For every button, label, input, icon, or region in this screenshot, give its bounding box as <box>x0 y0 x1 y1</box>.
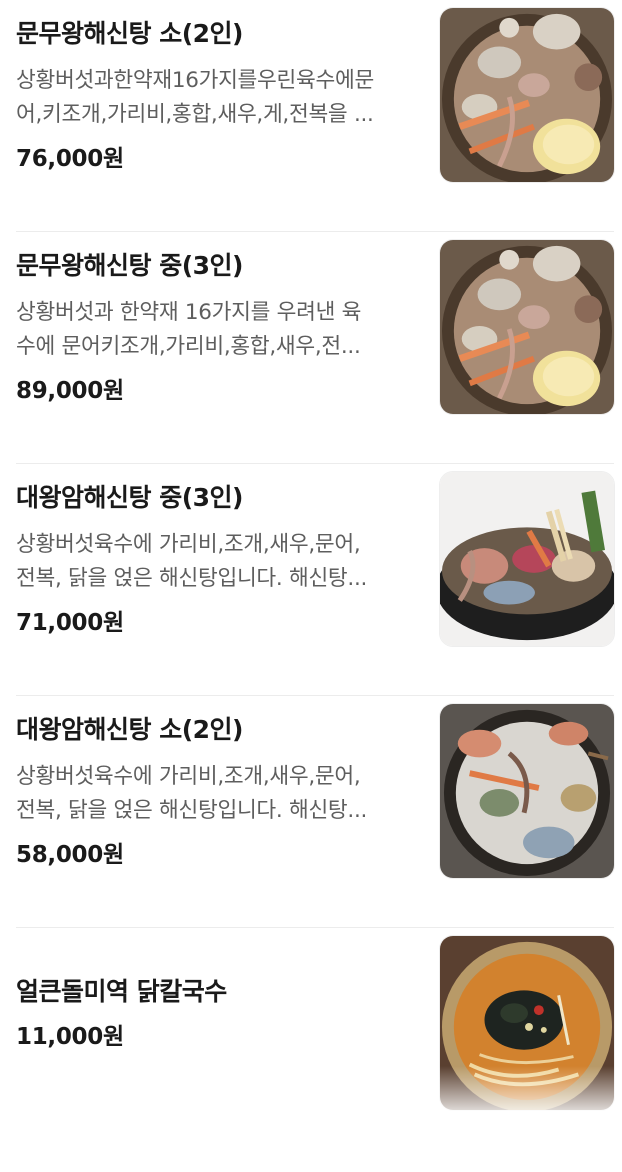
menu-item-photo[interactable] <box>439 239 615 415</box>
menu-item-description-line: 상황버섯육수에 가리비,조개,새우,문어, <box>16 764 361 789</box>
menu-item-photo[interactable] <box>439 471 615 647</box>
menu-item-description-line: 수에 문어키조개,가리비,홍합,새우,전... <box>16 334 361 359</box>
menu-item-name: 대왕암해신탕 중(3인) <box>16 483 243 512</box>
menu-item-price: 71,000원 <box>16 610 124 636</box>
menu-item-name: 문무왕해신탕 중(3인) <box>16 251 243 280</box>
menu-item-text: 문무왕해신탕 소(2인) 상황버섯과한약재16가지를우린육수에문 어,키조개,가… <box>16 16 416 176</box>
menu-item-munmuwang-medium[interactable]: 문무왕해신탕 중(3인) 상황버섯과 한약재 16가지를 우려낸 육 수에 문어… <box>0 232 622 464</box>
menu-item-description-line: 전복, 닭을 얹은 해신탕입니다. 해신탕... <box>16 798 368 823</box>
menu-item-price: 76,000원 <box>16 146 124 172</box>
menu-item-description: 상황버섯과한약재16가지를우린육수에문 어,키조개,가리비,홍합,새우,게,전복… <box>16 64 416 132</box>
noodle-soup-photo-icon <box>440 936 614 1110</box>
seafood-hotpot-photo-icon <box>440 472 614 646</box>
menu-item-description-line: 상황버섯과 한약재 16가지를 우려낸 육 <box>16 300 362 325</box>
menu-item-description-line: 상황버섯과한약재16가지를우린육수에문 <box>16 68 374 93</box>
menu-item-daewangam-medium[interactable]: 대왕암해신탕 중(3인) 상황버섯육수에 가리비,조개,새우,문어, 전복, 닭… <box>0 464 622 696</box>
menu-list: 문무왕해신탕 소(2인) 상황버섯과한약재16가지를우린육수에문 어,키조개,가… <box>0 0 622 1172</box>
menu-item-price: 58,000원 <box>16 842 124 868</box>
menu-item-price: 11,000원 <box>16 1024 124 1050</box>
menu-item-seaweed-noodle[interactable]: 얼큰돌미역 닭칼국수 11,000원 <box>0 928 622 1172</box>
menu-item-price: 89,000원 <box>16 378 124 404</box>
menu-item-munmuwang-small[interactable]: 문무왕해신탕 소(2인) 상황버섯과한약재16가지를우린육수에문 어,키조개,가… <box>0 0 622 232</box>
menu-item-description-line: 상황버섯육수에 가리비,조개,새우,문어, <box>16 532 361 557</box>
menu-item-photo[interactable] <box>439 935 615 1111</box>
menu-item-text: 대왕암해신탕 중(3인) 상황버섯육수에 가리비,조개,새우,문어, 전복, 닭… <box>16 480 416 640</box>
menu-item-name: 대왕암해신탕 소(2인) <box>16 715 243 744</box>
seafood-hotpot-photo-icon <box>440 704 614 878</box>
menu-item-description: 상황버섯육수에 가리비,조개,새우,문어, 전복, 닭을 얹은 해신탕입니다. … <box>16 760 416 828</box>
menu-item-description-line: 어,키조개,가리비,홍합,새우,게,전복을 ... <box>16 102 374 127</box>
menu-item-description: 상황버섯육수에 가리비,조개,새우,문어, 전복, 닭을 얹은 해신탕입니다. … <box>16 528 416 596</box>
menu-item-photo[interactable] <box>439 703 615 879</box>
menu-item-name: 얼큰돌미역 닭칼국수 <box>16 977 227 1006</box>
menu-item-description: 상황버섯과 한약재 16가지를 우려낸 육 수에 문어키조개,가리비,홍합,새우… <box>16 296 416 364</box>
menu-item-daewangam-small[interactable]: 대왕암해신탕 소(2인) 상황버섯육수에 가리비,조개,새우,문어, 전복, 닭… <box>0 696 622 928</box>
menu-item-text: 얼큰돌미역 닭칼국수 11,000원 <box>16 974 416 1054</box>
menu-item-photo[interactable] <box>439 7 615 183</box>
menu-item-text: 대왕암해신탕 소(2인) 상황버섯육수에 가리비,조개,새우,문어, 전복, 닭… <box>16 712 416 872</box>
menu-item-name: 문무왕해신탕 소(2인) <box>16 19 243 48</box>
menu-item-text: 문무왕해신탕 중(3인) 상황버섯과 한약재 16가지를 우려낸 육 수에 문어… <box>16 248 416 408</box>
menu-item-description-line: 전복, 닭을 얹은 해신탕입니다. 해신탕... <box>16 566 368 591</box>
seafood-hotpot-photo-icon <box>440 8 614 182</box>
seafood-hotpot-photo-icon <box>440 240 614 414</box>
